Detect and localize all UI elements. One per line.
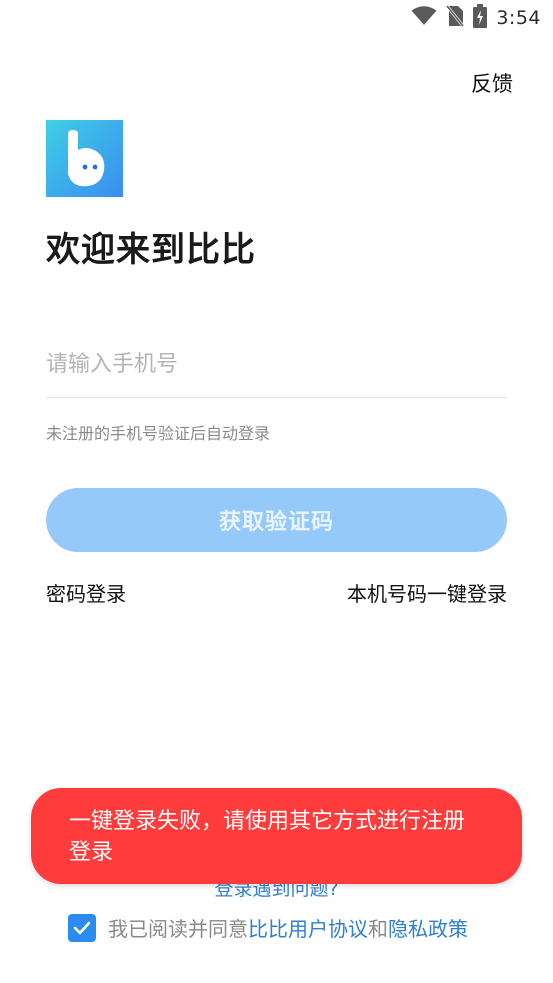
get-code-button[interactable]: 获取验证码 [46,488,507,552]
status-icons: 3:54 [411,4,541,32]
phone-input[interactable] [46,334,507,394]
phone-field [46,334,507,398]
one-click-login-link[interactable]: 本机号码一键登录 [347,578,507,607]
agreement-text: 我已阅读并同意比比用户协议和隐私政策 [108,913,468,942]
user-agreement-link[interactable]: 比比用户协议 [248,917,368,941]
agree-prefix: 我已阅读并同意 [108,917,248,941]
checkmark-icon [73,921,91,934]
toast-message: 一键登录失败，请使用其它方式进行注册登录 [69,809,466,865]
wifi-icon [411,6,437,30]
no-sim-icon [446,5,465,31]
error-toast: 一键登录失败，请使用其它方式进行注册登录 [31,788,522,884]
welcome-title: 欢迎来到比比 [46,230,256,270]
bibi-logo-icon [46,120,123,197]
status-time: 3:54 [496,7,541,29]
privacy-policy-link[interactable]: 隐私政策 [388,917,468,941]
register-hint: 未注册的手机号验证后自动登录 [46,424,271,443]
agreement-row: 我已阅读并同意比比用户协议和隐私政策 [68,913,468,942]
status-bar: 3:54 [0,0,553,38]
password-login-link[interactable]: 密码登录 [46,578,126,607]
feedback-button[interactable]: 反馈 [471,68,513,98]
battery-charging-icon [473,4,488,32]
agree-checkbox[interactable] [68,913,96,942]
agree-and: 和 [368,917,388,941]
